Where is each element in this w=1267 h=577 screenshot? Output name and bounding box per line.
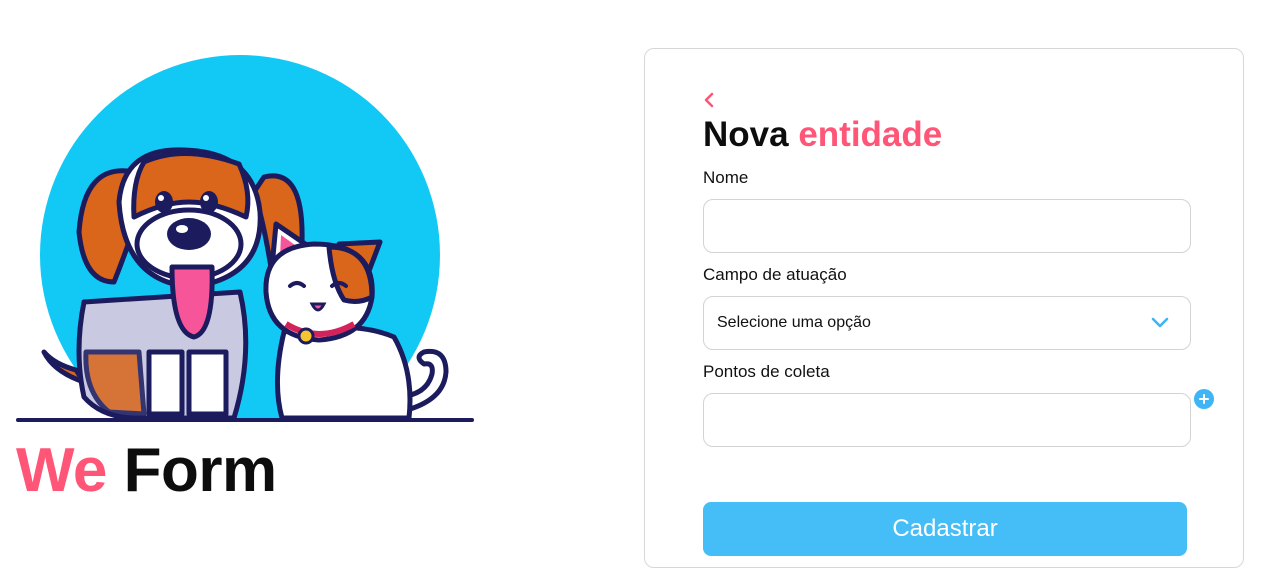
pontos-de-coleta-input[interactable]	[704, 394, 1190, 446]
chevron-down-icon	[1151, 317, 1169, 328]
brand-name-form: Form	[123, 436, 278, 505]
page-title-part2: entidade	[798, 115, 943, 154]
nome-input[interactable]	[704, 200, 1190, 252]
page-title-part1: Nova	[703, 115, 789, 154]
plus-icon	[1199, 394, 1209, 404]
nome-label: Nome	[703, 168, 749, 187]
back-button[interactable]	[700, 89, 718, 111]
dog-and-cat-illustration	[14, 55, 476, 430]
cadastrar-button[interactable]: Cadastrar	[703, 502, 1187, 556]
campo-de-atuacao-label: Campo de atuação	[703, 265, 847, 284]
campo-de-atuacao-select[interactable]: Selecione uma opção	[703, 296, 1191, 350]
pontos-de-coleta-field-wrapper	[703, 393, 1191, 447]
add-collection-point-button[interactable]	[1194, 389, 1214, 409]
brand-name-we: We	[16, 436, 107, 505]
page-title: Nova entidade	[703, 115, 942, 155]
brand-name: We Form	[16, 436, 277, 506]
new-entity-form-card: Nova entidade Nome Campo de atuação Sele…	[644, 48, 1244, 568]
chevron-left-icon	[704, 92, 714, 108]
pontos-de-coleta-label: Pontos de coleta	[703, 362, 830, 381]
campo-de-atuacao-selected-value: Selecione uma opção	[717, 314, 871, 331]
nome-field-wrapper	[703, 199, 1191, 253]
